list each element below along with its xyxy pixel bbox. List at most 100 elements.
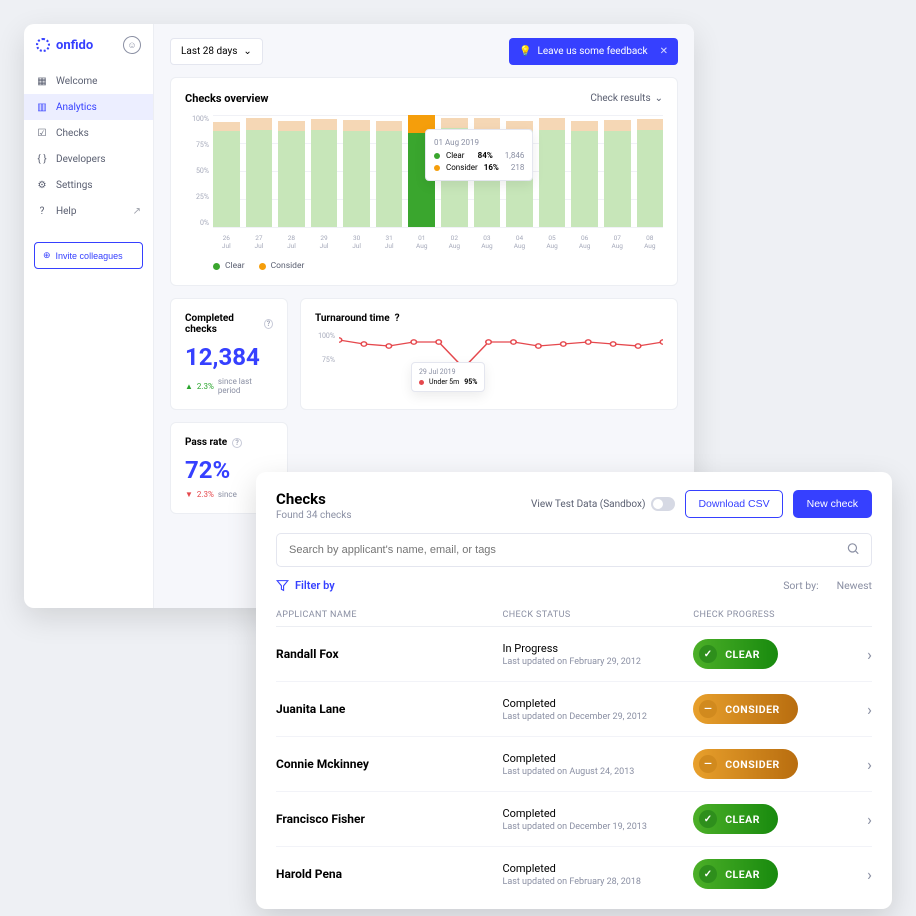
kpi-label: Completed checks ? xyxy=(185,313,273,335)
sidebar-item-label: Checks xyxy=(56,128,89,139)
minus-icon: — xyxy=(699,755,717,773)
search-input[interactable] xyxy=(276,533,872,567)
sidebar-item-checks[interactable]: ☑ Checks xyxy=(24,120,153,146)
checks-title-block: Checks Found 34 checks xyxy=(276,490,352,521)
bar[interactable] xyxy=(213,115,240,227)
checks-window: Checks Found 34 checks View Test Data (S… xyxy=(256,472,892,909)
sandbox-toggle[interactable] xyxy=(651,497,675,511)
triangle-down-icon: ▼ xyxy=(185,490,193,499)
bar[interactable] xyxy=(311,115,338,227)
help-icon[interactable]: ? xyxy=(232,438,242,448)
sidebar-item-welcome[interactable]: ▦ Welcome xyxy=(24,68,153,94)
applicant-name: Harold Pena xyxy=(276,867,502,881)
bar[interactable] xyxy=(539,115,566,227)
feedback-button[interactable]: 💡 Leave us some feedback ✕ xyxy=(509,38,678,65)
check-icon: ✓ xyxy=(699,810,717,828)
legend-consider-label: Consider xyxy=(271,261,305,271)
bar[interactable] xyxy=(343,115,370,227)
y-axis-labels: 100%75% xyxy=(315,332,335,364)
chevron-right-icon[interactable]: › xyxy=(842,700,872,719)
feedback-label: Leave us some feedback xyxy=(537,46,647,57)
date-range-button[interactable]: Last 28 days ⌄ xyxy=(170,38,263,65)
bar[interactable] xyxy=(571,115,598,227)
checks-icon: ☑ xyxy=(36,127,48,139)
sort-dropdown[interactable]: Newest xyxy=(837,579,872,592)
bar[interactable] xyxy=(278,115,305,227)
sandbox-toggle-row: View Test Data (Sandbox) xyxy=(531,497,675,511)
table-row[interactable]: Connie Mckinney CompletedLast updated on… xyxy=(276,737,872,792)
completed-checks-card: Completed checks ? 12,384 ▲ 2.3% since l… xyxy=(170,298,288,410)
chevron-right-icon[interactable]: › xyxy=(842,755,872,774)
invite-label: Invite colleagues xyxy=(56,251,123,261)
applicant-name: Randall Fox xyxy=(276,647,502,661)
welcome-icon: ▦ xyxy=(36,75,48,87)
sidebar-item-analytics[interactable]: ▥ Analytics xyxy=(24,94,153,120)
account-menu-button[interactable]: ☺ xyxy=(123,36,141,54)
overview-title: Checks overview xyxy=(185,92,268,105)
triangle-up-icon: ▲ xyxy=(185,382,193,391)
table-row[interactable]: Harold Pena CompletedLast updated on Feb… xyxy=(276,847,872,901)
tt-label: Under 5m xyxy=(429,378,459,386)
y-axis-labels: 100%75%50%25%0% xyxy=(185,115,209,227)
checks-subtitle: Found 34 checks xyxy=(276,510,352,521)
user-icon: ☺ xyxy=(127,40,136,51)
invite-colleagues-button[interactable]: ⊕ Invite colleagues xyxy=(34,242,143,269)
table-header: APPLICANT NAME CHECK STATUS CHECK PROGRE… xyxy=(276,604,872,627)
brand-row: onfido ☺ xyxy=(24,24,153,64)
lightbulb-icon: 💡 xyxy=(519,46,531,57)
help-icon[interactable]: ? xyxy=(264,319,273,329)
close-icon[interactable]: ✕ xyxy=(660,46,668,57)
checks-title: Checks xyxy=(276,490,352,508)
range-label: Last 28 days xyxy=(181,46,237,57)
legend-consider: Consider xyxy=(259,261,305,271)
download-csv-button[interactable]: Download CSV xyxy=(685,490,782,518)
bar[interactable] xyxy=(376,115,403,227)
filter-button[interactable]: Filter by xyxy=(276,579,335,592)
applicant-name: Connie Mckinney xyxy=(276,757,502,771)
table-row[interactable]: Randall Fox In Progress Last updated on F… xyxy=(276,627,872,682)
turnaround-label: Turnaround time ? xyxy=(315,313,663,324)
sidebar-item-developers[interactable]: { } Developers xyxy=(24,146,153,172)
chevron-right-icon[interactable]: › xyxy=(842,810,872,829)
last-updated: Last updated on February 29, 2012 xyxy=(502,657,693,667)
last-updated: Last updated on February 28, 2018 xyxy=(502,877,693,887)
sandbox-label: View Test Data (Sandbox) xyxy=(531,499,645,510)
progress-badge: ✓CLEAR xyxy=(693,639,778,669)
help-icon[interactable]: ? xyxy=(395,313,400,324)
checks-overview-card: Checks overview Check results ⌄ 100%75%5… xyxy=(170,77,678,286)
kpi-label: Pass rate ? xyxy=(185,437,273,448)
bar[interactable] xyxy=(637,115,664,227)
progress-badge: —CONSIDER xyxy=(693,749,798,779)
check-status: In Progress xyxy=(502,642,693,655)
sidebar-item-settings[interactable]: ⚙ Settings xyxy=(24,172,153,198)
search-icon xyxy=(846,541,860,560)
chevron-down-icon: ⌄ xyxy=(243,46,251,57)
selector-label: Check results xyxy=(590,93,650,104)
progress-badge: —CONSIDER xyxy=(693,694,798,724)
filter-sort-row: Filter by Sort by: Newest xyxy=(276,579,872,592)
help-icon: ? xyxy=(36,205,48,217)
kpi-delta: ▲ 2.3% since last period xyxy=(185,377,273,395)
brand-mark-icon xyxy=(36,38,50,52)
turnaround-chart: 100%75% 29 Jul 2019 Under 5m 95% xyxy=(315,332,663,392)
overview-chart: 100%75%50%25%0% 26Jul27Jul28Jul29Jul30Ju… xyxy=(185,115,663,255)
checks-header-actions: View Test Data (Sandbox) Download CSV Ne… xyxy=(531,490,872,518)
bar[interactable] xyxy=(604,115,631,227)
kpi-value: 12,384 xyxy=(185,343,273,371)
check-icon: ✓ xyxy=(699,865,717,883)
sidebar-item-help[interactable]: ? Help ↗ xyxy=(24,198,153,224)
overview-header: Checks overview Check results ⌄ xyxy=(185,92,663,105)
chevron-right-icon[interactable]: › xyxy=(842,865,872,884)
overview-tooltip: 01 Aug 2019Clear84%1,846Consider16%218 xyxy=(425,129,533,181)
sidebar: onfido ☺ ▦ Welcome ▥ Analytics ☑ Checks … xyxy=(24,24,154,608)
chevron-right-icon[interactable]: › xyxy=(842,645,872,664)
sidebar-item-label: Settings xyxy=(56,180,93,191)
overview-selector[interactable]: Check results ⌄ xyxy=(590,93,663,104)
table-row[interactable]: Francisco Fisher CompletedLast updated o… xyxy=(276,792,872,847)
developers-icon: { } xyxy=(36,153,48,165)
table-row[interactable]: Juanita Lane CompletedLast updated on De… xyxy=(276,682,872,737)
turnaround-card: Turnaround time ? 100%75% 29 Jul 2019 Un… xyxy=(300,298,678,410)
new-check-button[interactable]: New check xyxy=(793,490,872,518)
bar[interactable] xyxy=(246,115,273,227)
nav: ▦ Welcome ▥ Analytics ☑ Checks { } Devel… xyxy=(24,64,153,234)
